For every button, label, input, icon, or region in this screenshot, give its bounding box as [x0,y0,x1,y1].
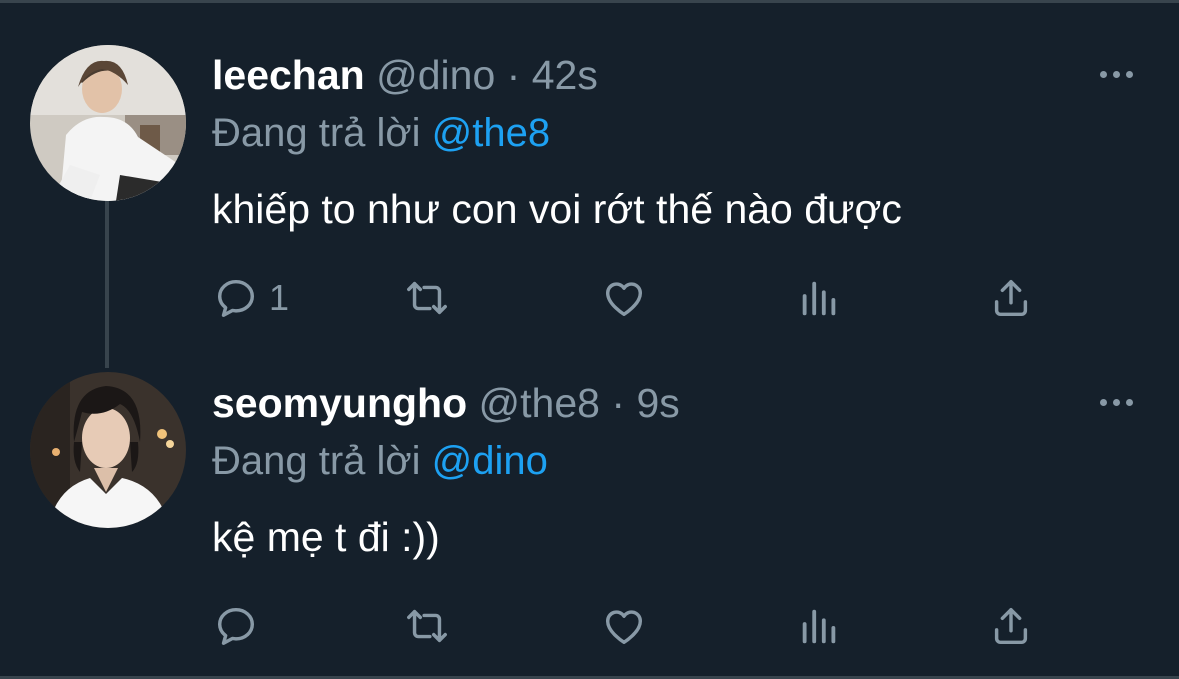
like-button[interactable] [601,600,647,652]
tweet-header: leechan @dino · 42s [212,52,598,98]
analytics-button[interactable] [796,600,842,652]
analytics-icon [802,609,836,644]
timestamp[interactable]: 42s [532,52,598,98]
analytics-button[interactable] [796,272,842,324]
analytics-icon [802,281,836,316]
reply-button[interactable] [213,600,269,652]
retweet-button[interactable] [404,600,450,652]
avatar[interactable] [30,372,186,528]
tweet[interactable]: seomyungho @the8 · 9s Đang trả lời @dino… [0,328,1179,648]
replying-to: Đang trả lời @the8 [212,110,550,156]
tweet-text: kệ mẹ t đi :)) [212,514,440,560]
more-icon[interactable] [1096,394,1136,410]
retweet-button[interactable] [404,272,450,324]
reply-count: 1 [269,277,290,318]
like-button[interactable] [601,272,647,324]
like-icon [605,610,643,645]
reply-icon [217,279,255,317]
like-icon [605,282,643,317]
replying-mention-link[interactable]: @the8 [432,111,550,155]
tweet-actions [0,600,1179,652]
display-name[interactable]: seomyungho [212,380,467,426]
tweet-actions: 1 [0,272,1179,324]
separator-dot: · [506,52,521,98]
user-handle[interactable]: @the8 [479,380,600,426]
replying-prefix: Đang trả lời [212,439,421,483]
share-icon [994,279,1028,317]
timestamp[interactable]: 9s [636,380,679,426]
reply-icon [217,607,255,645]
share-button[interactable] [988,600,1034,652]
tweet-text: khiếp to như con voi rớt thế nào được [212,186,902,232]
avatar[interactable] [30,45,186,201]
replying-prefix: Đang trả lời [212,111,421,155]
retweet-icon [407,609,447,643]
avatar-photo [30,45,186,201]
separator-dot: · [611,380,626,426]
reply-button[interactable]: 1 [213,272,289,324]
replying-mention-link[interactable]: @dino [432,439,548,483]
tweet[interactable]: leechan @dino · 42s Đang trả lời @the8 k… [0,0,1179,320]
replying-to: Đang trả lời @dino [212,438,548,484]
display-name[interactable]: leechan [212,52,365,98]
user-handle[interactable]: @dino [376,52,495,98]
avatar-photo [30,372,186,528]
tweet-header: seomyungho @the8 · 9s [212,380,680,426]
retweet-icon [407,281,447,315]
share-icon [994,607,1028,645]
share-button[interactable] [988,272,1034,324]
more-icon[interactable] [1096,66,1136,82]
